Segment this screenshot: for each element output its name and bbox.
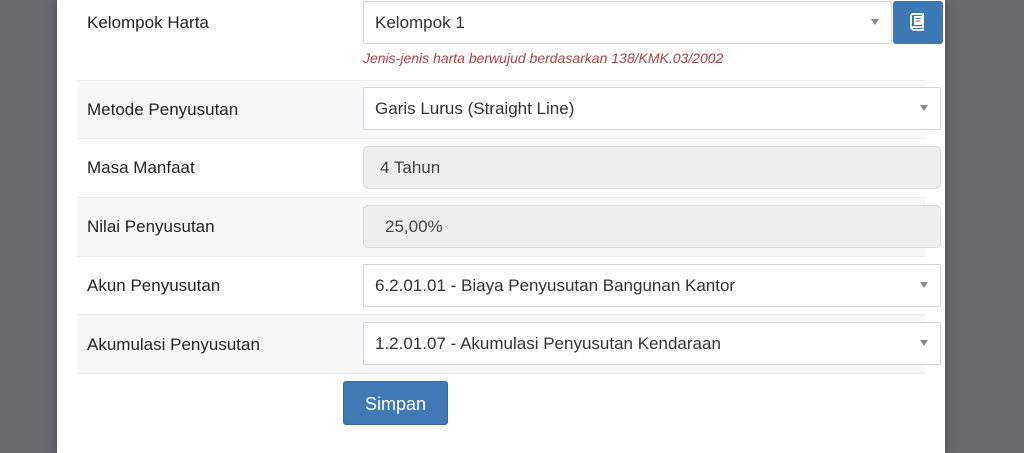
- metode-penyusutan-label: Metode Penyusutan: [87, 100, 239, 119]
- masa-manfaat-value: 4 Tahun: [380, 158, 441, 177]
- metode-penyusutan-select[interactable]: Garis Lurus (Straight Line): [363, 87, 941, 130]
- save-button[interactable]: Simpan: [343, 381, 448, 425]
- caret-down-icon: [920, 105, 928, 111]
- modal-panel: Kelompok Harta Kelompok 1 Jenis-jenis ha…: [57, 0, 945, 453]
- akumulasi-penyusutan-select[interactable]: 1.2.01.07 - Akumulasi Penyusutan Kendara…: [363, 322, 941, 365]
- caret-down-icon: [920, 340, 928, 346]
- akun-penyusutan-select[interactable]: 6.2.01.01 - Biaya Penyusutan Bangunan Ka…: [363, 264, 941, 307]
- akun-penyusutan-label: Akun Penyusutan: [87, 276, 221, 295]
- row-nilai-penyusutan: Nilai Penyusutan 25,00%: [77, 198, 941, 257]
- akumulasi-penyusutan-value: 1.2.01.07 - Akumulasi Penyusutan Kendara…: [375, 334, 721, 353]
- nilai-penyusutan-label: Nilai Penyusutan: [87, 217, 215, 236]
- row-masa-manfaat: Masa Manfaat 4 Tahun: [77, 139, 941, 198]
- kelompok-harta-select[interactable]: Kelompok 1: [363, 1, 892, 44]
- reference-book-button[interactable]: [893, 1, 943, 44]
- caret-down-icon: [871, 19, 879, 25]
- row-kelompok-harta: Kelompok Harta Kelompok 1 Jenis-jenis ha…: [77, 0, 943, 81]
- masa-manfaat-label: Masa Manfaat: [87, 158, 195, 177]
- row-akumulasi-penyusutan: Akumulasi Penyusutan 1.2.01.07 - Akumula…: [77, 315, 941, 374]
- akun-penyusutan-value: 6.2.01.01 - Biaya Penyusutan Bangunan Ka…: [375, 276, 736, 295]
- kelompok-harta-value: Kelompok 1: [375, 13, 465, 32]
- kelompok-harta-label: Kelompok Harta: [87, 13, 209, 32]
- book-icon: [910, 13, 924, 31]
- kelompok-harta-help: Jenis-jenis harta berwujud berdasarkan 1…: [363, 50, 724, 66]
- metode-penyusutan-value: Garis Lurus (Straight Line): [375, 99, 575, 118]
- akumulasi-penyusutan-label: Akumulasi Penyusutan: [87, 335, 260, 354]
- caret-down-icon: [920, 282, 928, 288]
- masa-manfaat-field: 4 Tahun: [363, 146, 941, 189]
- row-metode-penyusutan: Metode Penyusutan Garis Lurus (Straight …: [77, 81, 941, 139]
- nilai-penyusutan-value: 25,00%: [385, 217, 443, 236]
- row-akun-penyusutan: Akun Penyusutan 6.2.01.01 - Biaya Penyus…: [77, 257, 941, 315]
- nilai-penyusutan-field: 25,00%: [363, 205, 941, 248]
